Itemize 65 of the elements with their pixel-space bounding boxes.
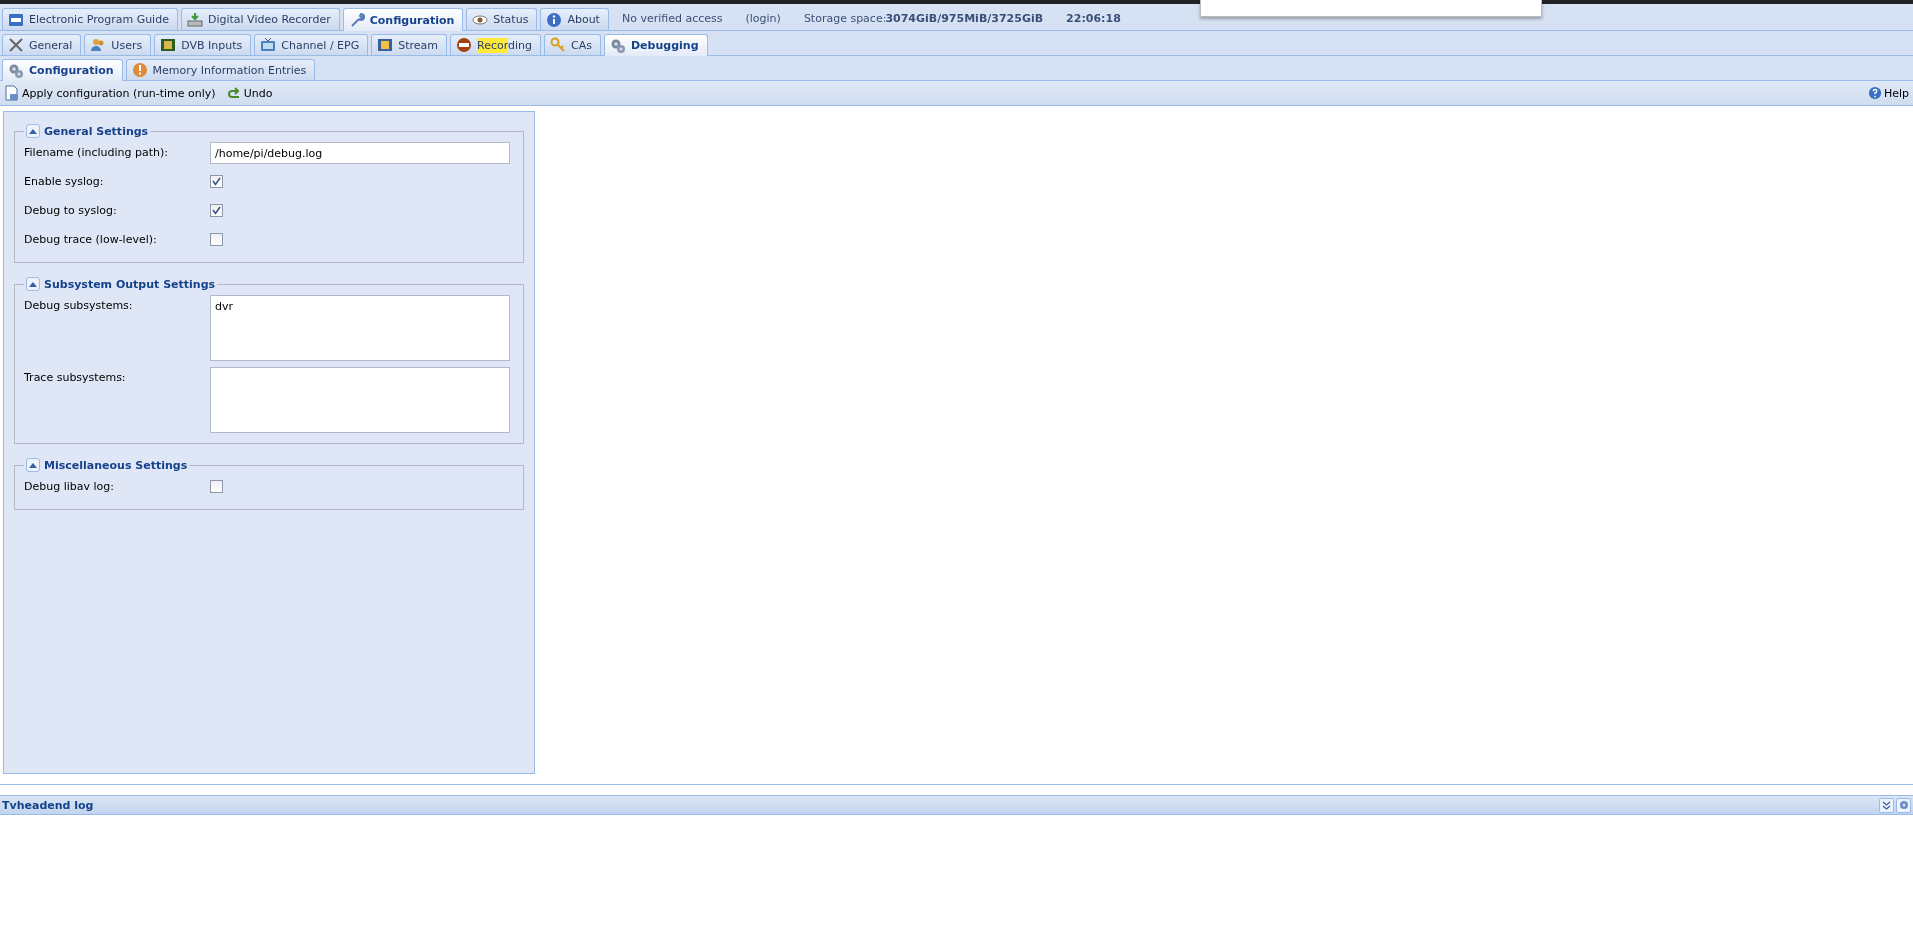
- field-label: Debug to syslog:: [24, 203, 118, 217]
- tab[interactable]: CAs: [544, 34, 601, 55]
- collapse-toggle[interactable]: [26, 458, 40, 472]
- access-status: No verified access: [621, 11, 723, 25]
- key-icon: [550, 37, 567, 53]
- gear-icon: [1898, 800, 1909, 810]
- tv-icon: [260, 37, 277, 53]
- tab[interactable]: Memory Information Entries: [125, 59, 316, 80]
- undo-icon: [225, 85, 242, 101]
- checkbox[interactable]: [210, 175, 223, 188]
- help-icon: [1867, 86, 1882, 100]
- document-icon: [4, 85, 20, 101]
- login-link[interactable]: (login): [745, 11, 781, 25]
- record-icon: [456, 37, 472, 53]
- tab[interactable]: Electronic Program Guide: [2, 8, 178, 30]
- field-label: Debug subsystems:: [24, 298, 134, 312]
- clock-time: 22:06:18: [1066, 11, 1121, 25]
- tools-icon: [8, 37, 24, 53]
- subsystems-field[interactable]: dvr: [210, 295, 510, 361]
- collapse-icon: [29, 128, 37, 134]
- tab[interactable]: Channel / EPG: [254, 34, 369, 55]
- collapse-icon: [29, 462, 37, 468]
- tab[interactable]: Users: [84, 34, 152, 55]
- check-icon: [212, 206, 221, 215]
- check-icon: [212, 177, 221, 186]
- info-icon: [546, 11, 563, 28]
- tab[interactable]: Digital Video Recorder: [180, 8, 340, 30]
- field-label: Trace subsystems:: [24, 370, 127, 384]
- help-button[interactable]: Help: [1865, 83, 1911, 103]
- group-title: Miscellaneous Settings: [44, 458, 188, 472]
- collapse-toggle[interactable]: [26, 277, 40, 291]
- group-title: General Settings: [44, 124, 149, 138]
- tab[interactable]: Stream: [371, 34, 447, 55]
- storage-value: 3074GiB/975MiB/3725GiB: [885, 11, 1044, 25]
- tab[interactable]: General: [2, 34, 82, 55]
- tab[interactable]: Configuration: [2, 59, 123, 81]
- warning-icon: [131, 62, 148, 78]
- field-label: Debug trace (low-level):: [24, 232, 158, 246]
- tab[interactable]: Status: [466, 8, 538, 30]
- recorder-icon: [186, 11, 203, 28]
- checkbox[interactable]: [210, 480, 223, 493]
- settings-button[interactable]: [1896, 797, 1911, 813]
- toolbar-button[interactable]: Undo: [223, 83, 275, 103]
- tab[interactable]: Configuration: [342, 8, 464, 31]
- card-icon: [160, 37, 177, 53]
- group-title: Subsystem Output Settings: [44, 277, 216, 291]
- checkbox[interactable]: [210, 233, 223, 246]
- panel-title: Tvheadend log: [2, 798, 95, 812]
- subsystems-field[interactable]: [210, 367, 510, 433]
- field-label: Enable syslog:: [24, 174, 105, 188]
- checkbox[interactable]: [210, 204, 223, 217]
- field-label: Debug libav log:: [24, 479, 115, 493]
- field-label: Filename (including path):: [24, 145, 169, 159]
- gears-icon: [610, 37, 626, 54]
- tab[interactable]: DVB Inputs: [154, 34, 252, 55]
- double-chevron-icon: [1882, 800, 1891, 810]
- collapse-icon: [29, 281, 37, 287]
- gears-icon: [8, 62, 24, 79]
- tab[interactable]: Debugging: [604, 34, 708, 56]
- expand-button[interactable]: [1879, 797, 1894, 813]
- toolbar-button[interactable]: Apply configuration (run-time only): [2, 83, 218, 103]
- filename-field[interactable]: /home/pi/debug.log: [210, 142, 510, 164]
- collapse-toggle[interactable]: [26, 124, 40, 138]
- storage-label: Storage space:: [803, 11, 887, 25]
- tab[interactable]: About: [540, 8, 609, 30]
